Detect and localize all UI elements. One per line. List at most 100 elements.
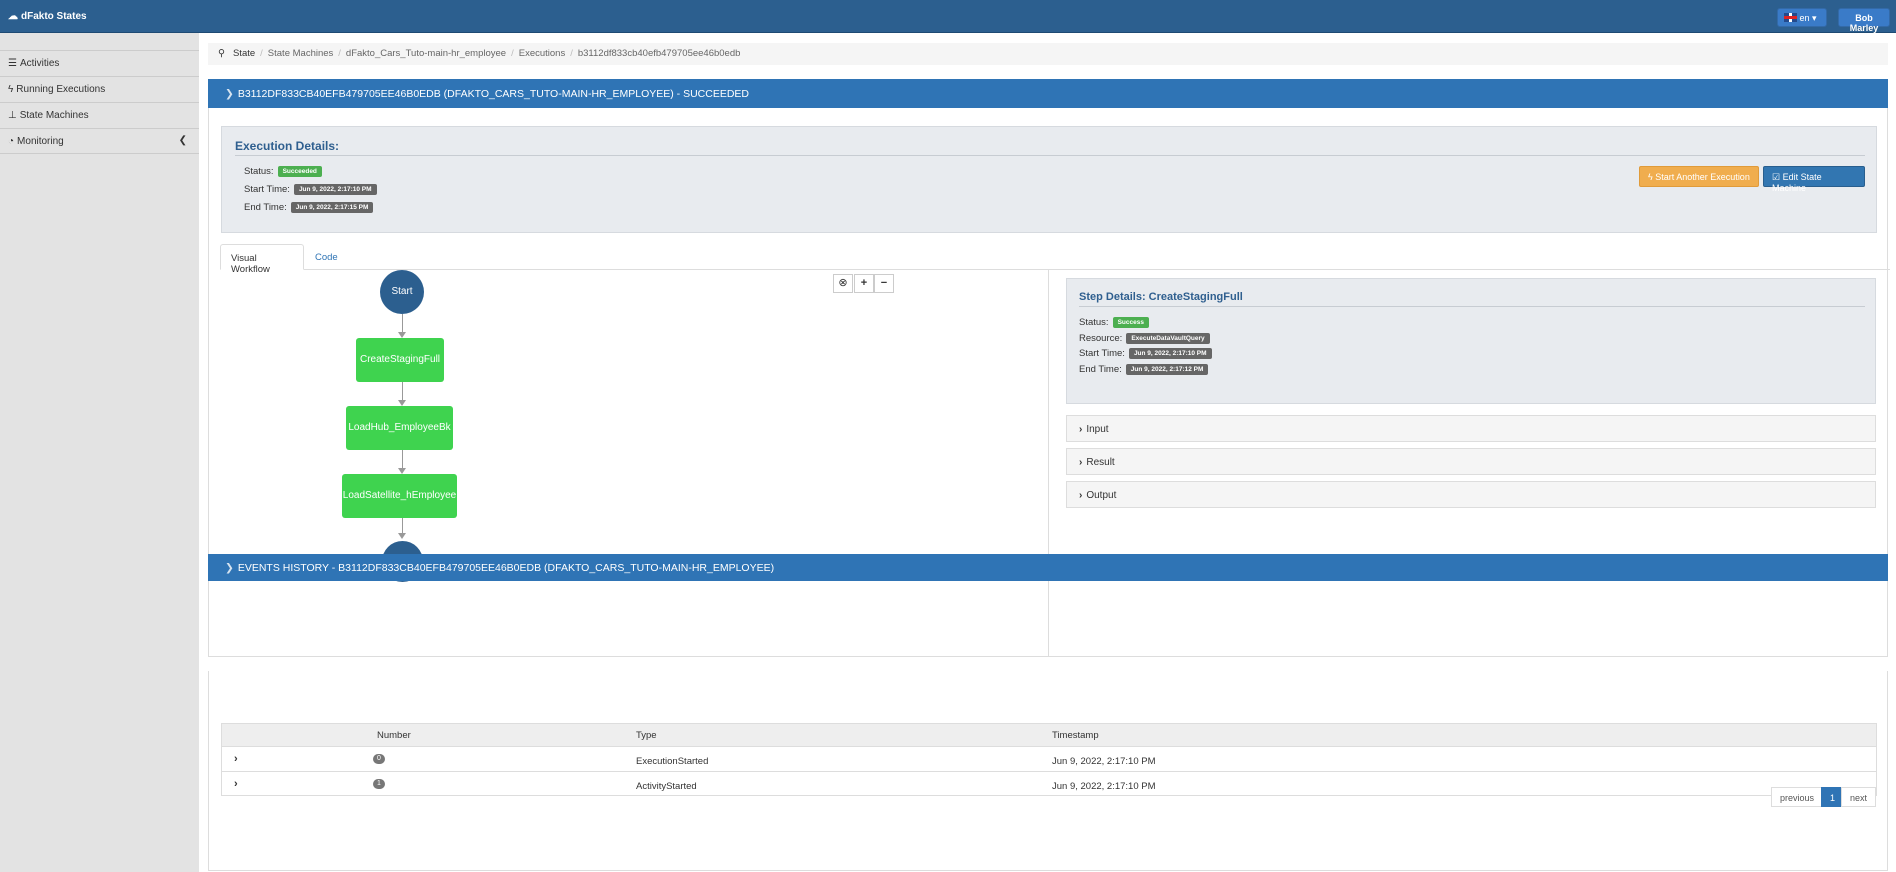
step-start-time-label: Start Time: [1079,348,1125,359]
step-end-time-label: End Time: [1079,364,1122,375]
status-badge: Succeeded [277,166,322,177]
step-details-title: Step Details: CreateStagingFull [1079,291,1243,303]
pagination-next[interactable]: next [1841,787,1877,807]
breadcrumb-item-state[interactable]: State [233,48,255,59]
accordion-result[interactable]: › Result [1066,448,1876,475]
sidebar-item-label: Running Executions [16,84,106,95]
breadcrumb-separator: / [260,48,263,59]
tab-visual-workflow[interactable]: Visual Workflow [220,244,304,275]
column-number[interactable]: Number [377,730,411,741]
breadcrumb-separator: / [511,48,514,59]
breadcrumb-item-executions[interactable]: Executions [519,48,565,59]
accordion-label: Input [1086,424,1109,435]
events-panel-body: Number Type Timestamp › 0 ExecutionStart… [208,671,1888,871]
events-panel-header: ❯ EVENTS HISTORY - B3112DF833CB40EFB47970… [208,554,1888,581]
reset-view-icon[interactable]: ⊗ [833,274,853,293]
expand-row-icon[interactable]: › [234,778,238,790]
sidebar-item-label: Activities [19,58,60,69]
event-timestamp: Jun 9, 2022, 2:17:10 PM [1052,781,1156,792]
divider [235,155,1865,156]
table-row[interactable]: › 1 ActivityStarted Jun 9, 2022, 2:17:10… [222,772,1876,797]
sidebar: ☰ Activities ϟ Running Executions ⊥ State M… [0,33,199,872]
user-menu-button[interactable]: Bob Marley [1838,8,1890,33]
end-time-label: End Time: [244,202,287,213]
step-resource-row: Resource: ExecuteDataVaultQuery [1079,333,1210,344]
edit-icon: ☑ [1772,172,1783,182]
execution-header-title: B3112DF833CB40EFB479705EE46B0EDB (DFAKTO… [237,88,749,100]
step-end-time-row: End Time: Jun 9, 2022, 2:17:12 PM [1079,364,1209,375]
workflow-node-start[interactable]: Start [380,270,424,314]
breadcrumb: ⚲ State / State Machines / dFakto_Cars_Tuto-m… [208,43,1888,65]
chevron-left-icon[interactable]: ❮ [179,135,187,146]
step-resource-badge: ExecuteDataVaultQuery [1126,333,1210,344]
end-time-row: End Time: Jun 9, 2022, 2:17:15 PM [244,202,374,213]
language-label: en [1799,13,1810,23]
chevron-right-icon: ❯ [225,562,234,574]
edit-state-machine-button[interactable]: ☑ Edit State Machine [1763,166,1865,193]
breadcrumb-separator: / [338,48,341,59]
status-label: Status: [244,166,274,177]
accordion-label: Output [1086,490,1117,501]
chevron-right-icon: › [1079,424,1083,435]
sidebar-item-running-executions[interactable]: ϟ Running Executions [0,76,199,102]
column-type[interactable]: Type [636,730,657,741]
events-table: Number Type Timestamp › 0 ExecutionStart… [221,723,1877,796]
language-selector[interactable]: en ▾ [1777,8,1827,27]
breadcrumb-item-execution: b3112df833cb40efb479705ee46b0edb [577,48,741,59]
zoom-out-icon[interactable]: − [874,274,894,293]
breadcrumb-item-state-machines[interactable]: State Machines [268,48,333,59]
start-time-label: Start Time: [244,184,290,195]
execution-details: Execution Details: Status: Succeeded Star… [221,126,1877,233]
step-status-row: Status: Success [1079,317,1149,328]
events-header-title: EVENTS HISTORY - B3112DF833CB40EFB479705… [237,562,775,574]
main-content: ⚲ State / State Machines / dFakto_Cars_Tuto-m… [199,33,1896,872]
event-number: 1 [373,779,385,789]
caret-down-icon: ▾ [1812,13,1817,23]
chevron-right-icon: › [1079,457,1083,468]
event-timestamp: Jun 9, 2022, 2:17:10 PM [1052,756,1156,767]
column-timestamp[interactable]: Timestamp [1052,730,1099,741]
sidebar-item-state-machines[interactable]: ⊥ State Machines [0,102,199,128]
arrowhead [398,533,406,539]
step-status-badge: Success [1112,317,1149,328]
step-status-label: Status: [1079,317,1109,328]
accordion-output[interactable]: › Output [1066,481,1876,508]
sitemap-icon: ⊥ [8,110,17,121]
workflow-node-create-staging-full[interactable]: CreateStagingFull [356,338,444,382]
sidebar-item-activities[interactable]: ☰ Activities [0,50,199,76]
brand-label: dFakto States [21,11,87,22]
brand[interactable]: ☁ dFakto States [8,11,87,22]
tab-code[interactable]: Code [305,244,348,270]
event-type: ActivityStarted [636,781,697,792]
table-row[interactable]: › 0 ExecutionStarted Jun 9, 2022, 2:17:1… [222,747,1876,772]
dashboard-icon: ◔ [8,136,15,147]
workflow-node-load-satellite-hemployee[interactable]: LoadSatellite_hEmployee [342,474,457,518]
pagination-previous[interactable]: previous [1771,787,1824,807]
visual-workflow-canvas[interactable]: ⊗ + − Start CreateStagingFull LoadHub_Em… [209,270,1049,656]
event-type: ExecutionStarted [636,756,709,767]
accordion-input[interactable]: › Input [1066,415,1876,442]
list-icon: ☰ [8,58,17,69]
workflow-node-load-hub-employee-bk[interactable]: LoadHub_EmployeeBk [346,406,453,450]
event-number-badge: 1 [373,777,385,789]
step-start-time-row: Start Time: Jun 9, 2022, 2:17:10 PM [1079,348,1212,359]
chevron-right-icon: › [1079,490,1083,501]
accordion-label: Result [1086,457,1115,468]
button-label: Start Another Execution [1655,172,1750,182]
step-start-time-badge: Jun 9, 2022, 2:17:10 PM [1128,348,1212,359]
tab-bar: Visual Workflow Code [220,244,1890,275]
execution-details-title: Execution Details: [235,139,340,153]
bolt-icon: ϟ [8,84,14,95]
cloud-icon: ☁ [8,11,18,22]
top-navbar: ☁ dFakto States en ▾ Bob Marley [0,0,1896,33]
uk-flag-icon [1784,13,1797,22]
chevron-right-icon: ❯ [225,88,234,100]
zoom-in-icon[interactable]: + [854,274,874,293]
breadcrumb-item-state-machine[interactable]: dFakto_Cars_Tuto-main-hr_employee [346,48,506,59]
start-another-execution-button[interactable]: ϟ Start Another Execution [1639,166,1759,187]
sidebar-item-label: State Machines [19,110,89,121]
breadcrumb-separator: / [570,48,573,59]
status-row: Status: Succeeded [244,166,322,177]
sidebar-item-monitoring[interactable]: ◔ Monitoring ❮ [0,128,199,154]
expand-row-icon[interactable]: › [234,753,238,765]
